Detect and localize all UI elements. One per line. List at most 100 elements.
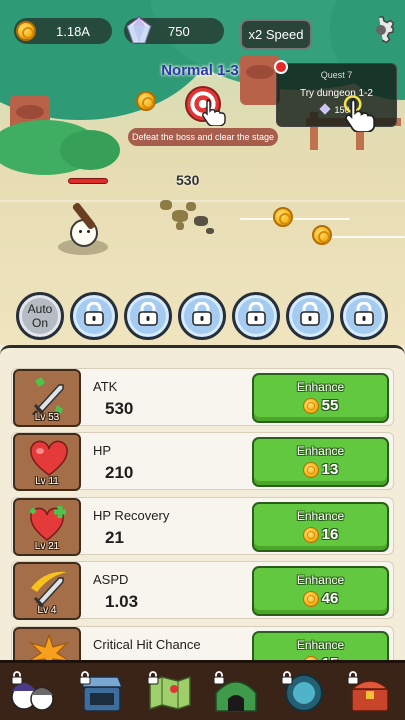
notification-dot (274, 60, 288, 74)
stat-icon-frame: Lv 53 (13, 369, 81, 427)
lock-icon (299, 301, 321, 331)
stat-icon-frame (13, 627, 81, 660)
locked-skill-slot[interactable] (340, 292, 388, 340)
enhance-button[interactable]: Enhance 46 (252, 566, 389, 616)
gold-counter: 1.18A (14, 18, 112, 44)
damage-number: 530 (176, 172, 200, 188)
auto-label: Auto (27, 302, 53, 316)
stat-icon-frame: Lv 11 (13, 433, 81, 491)
dust-particle (172, 210, 188, 222)
locked-skill-slot[interactable] (178, 292, 226, 340)
gem-counter: 750 (124, 16, 224, 44)
coin-icon (302, 397, 319, 414)
locked-skill-slot[interactable] (124, 292, 172, 340)
lock-icon (347, 671, 359, 685)
lock-icon (213, 671, 225, 685)
auto-skill-toggle[interactable]: Auto On (16, 292, 64, 340)
dust-particle (206, 228, 214, 234)
nav-button-portal[interactable] (274, 667, 334, 719)
nav-button-characters[interactable] (4, 667, 64, 719)
ground-line (0, 200, 405, 202)
lock-icon (11, 671, 23, 685)
locked-skill-slot[interactable] (286, 292, 334, 340)
locked-skill-slot[interactable] (232, 292, 280, 340)
nav-button-treasure-chest[interactable] (340, 667, 400, 719)
coin-icon (302, 526, 319, 543)
dust-particle (160, 200, 172, 210)
gem-amount: 750 (168, 23, 190, 39)
lock-icon (245, 301, 267, 331)
gem-icon (319, 103, 331, 115)
enhance-cost: 46 (254, 590, 387, 607)
stat-row: Lv 4 ASPD 1.03 Enhance 46 (11, 561, 394, 620)
enhance-cost-amount: 46 (321, 590, 339, 607)
stat-name: HP (93, 443, 112, 458)
gold-amount: 1.18A (56, 23, 90, 39)
pointer-hand-icon (343, 95, 376, 132)
stage-hint: Defeat the boss and clear the stage (128, 128, 278, 146)
stage-number: 1-3 (217, 62, 239, 79)
lock-icon (281, 671, 293, 685)
stage-difficulty: Normal (161, 62, 213, 79)
pointer-hand-icon (202, 99, 226, 126)
enhance-button[interactable]: Enhance 55 (252, 373, 389, 423)
enhance-label: Enhance (296, 638, 345, 652)
stat-row: Lv 11 HP 210 Enhance 13 (11, 432, 394, 491)
stat-name: ASPD (93, 572, 129, 587)
bottom-nav (0, 660, 405, 720)
lock-icon (353, 301, 375, 331)
enhance-button[interactable]: Enhance 16 (252, 502, 389, 552)
enhance-cost-amount: 16 (321, 526, 339, 543)
stat-level: Lv 4 (37, 605, 57, 616)
quest-panel[interactable]: Quest 7 Try dungeon 1-2 150 (276, 63, 397, 127)
stat-icon-frame: Lv 21 (13, 498, 81, 556)
stat-name: HP Recovery (93, 508, 170, 523)
enhance-cost: 55 (254, 397, 387, 414)
enhance-button[interactable]: Enhance15 (252, 631, 389, 660)
locked-skill-slot[interactable] (70, 292, 118, 340)
lock-icon (79, 671, 91, 685)
stat-value: 21 (105, 528, 124, 547)
stat-icon-frame: Lv 4 (13, 562, 81, 620)
stat-level: Lv 11 (35, 476, 59, 487)
enhance-button[interactable]: Enhance 13 (252, 437, 389, 487)
stat-name: Critical Hit Chance (93, 637, 201, 652)
gear-icon[interactable] (366, 15, 396, 45)
bush (60, 130, 120, 170)
nav-button-shop[interactable] (72, 667, 132, 719)
enhance-cost-amount: 13 (321, 461, 339, 478)
nav-button-dungeon[interactable] (206, 667, 266, 719)
stat-level: Lv 21 (34, 541, 60, 552)
coin-icon (302, 590, 319, 607)
dust-particle (186, 202, 196, 211)
stage-title: Normal 1-3 (150, 62, 250, 79)
player-hp-bar (68, 178, 108, 184)
enhance-label: Enhance (296, 573, 345, 587)
stat-upgrade-panel: Lv 53 ATK 530 Enhance 55 Lv 11 HP 210 Enhance 13 L… (0, 345, 405, 660)
lock-icon (137, 301, 159, 331)
stat-row: Lv 53 ATK 530 Enhance 55 (11, 368, 394, 427)
speed-toggle-button[interactable]: x2 Speed (240, 19, 312, 50)
auto-state: On (31, 316, 48, 330)
nav-button-map[interactable] (140, 667, 200, 719)
enhance-label: Enhance (296, 380, 345, 394)
coin-pickup (273, 207, 293, 227)
lock-icon (191, 301, 213, 331)
enhance-label: Enhance (296, 509, 345, 523)
dust-particle (176, 222, 184, 230)
stat-level: Lv 53 (34, 412, 60, 423)
stat-name: ATK (93, 379, 118, 394)
speed-line (240, 218, 350, 220)
speed-line (330, 236, 405, 238)
stat-value: 210 (105, 463, 134, 482)
dust-particle (194, 216, 208, 226)
quest-title: Quest 7 (320, 70, 353, 80)
coin-pickup (312, 225, 332, 245)
enhance-cost-amount: 55 (321, 397, 339, 414)
coin-pickup (136, 91, 156, 111)
coin-icon (16, 21, 36, 41)
enhance-cost: 13 (254, 461, 387, 478)
quest-description: Try dungeon 1-2 (299, 88, 373, 99)
stat-row: Lv 21 HP Recovery 21 Enhance 16 (11, 497, 394, 556)
stat-value: 530 (105, 399, 134, 418)
